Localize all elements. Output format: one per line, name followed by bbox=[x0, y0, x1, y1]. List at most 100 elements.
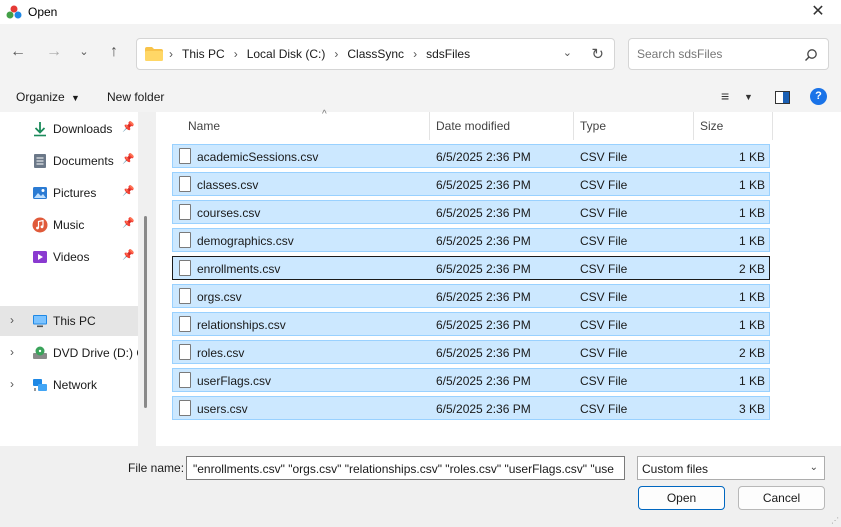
pin-icon: 📌 bbox=[122, 122, 135, 133]
column-header-label: Size bbox=[700, 119, 724, 133]
file-row-relationships[interactable]: relationships.csv 6/5/2025 2:36 PM CSV F… bbox=[172, 312, 770, 336]
breadcrumb-classsync[interactable]: ClassSync bbox=[347, 47, 404, 61]
column-header-size[interactable]: Size bbox=[694, 112, 772, 140]
file-row-courses[interactable]: courses.csv 6/5/2025 2:36 PM CSV File 1 … bbox=[172, 200, 770, 224]
file-list: ^ Name Date modified Type Size academicS… bbox=[156, 109, 841, 446]
nav-item-label: Documents bbox=[53, 154, 114, 168]
view-dropdown-icon[interactable]: ▼ bbox=[744, 92, 753, 102]
column-divider[interactable] bbox=[772, 112, 773, 140]
column-header-date[interactable]: Date modified bbox=[430, 112, 574, 140]
search-icon[interactable] bbox=[804, 48, 818, 62]
file-row-demographics[interactable]: demographics.csv 6/5/2025 2:36 PM CSV Fi… bbox=[172, 228, 770, 252]
file-date: 6/5/2025 2:36 PM bbox=[436, 206, 531, 220]
file-row-userflags[interactable]: userFlags.csv 6/5/2025 2:36 PM CSV File … bbox=[172, 368, 770, 392]
file-date: 6/5/2025 2:36 PM bbox=[436, 178, 531, 192]
file-size: 1 KB bbox=[738, 318, 765, 332]
csv-file-icon bbox=[179, 204, 191, 220]
csv-file-icon bbox=[179, 260, 191, 276]
address-dropdown-icon[interactable]: ⌄ bbox=[563, 46, 572, 59]
view-options-icon[interactable]: ≡ bbox=[721, 88, 729, 104]
file-size: 3 KB bbox=[738, 402, 765, 416]
nav-item-videos[interactable]: Videos 📌 bbox=[0, 242, 138, 272]
organize-menu[interactable]: Organize ▼ bbox=[16, 90, 80, 104]
file-name-value: "enrollments.csv" "orgs.csv" "relationsh… bbox=[193, 462, 614, 476]
nav-item-label: Network bbox=[53, 378, 98, 392]
file-type-select[interactable]: Custom files ⌄ bbox=[637, 456, 825, 480]
file-size: 1 KB bbox=[738, 150, 765, 164]
up-arrow-icon[interactable]: ↑ bbox=[104, 42, 124, 62]
csv-file-icon bbox=[179, 232, 191, 248]
search-box[interactable]: Search sdsFiles bbox=[628, 38, 829, 70]
breadcrumb-this-pc[interactable]: This PC bbox=[182, 47, 225, 61]
file-name: users.csv bbox=[197, 402, 248, 416]
breadcrumb-chevron-icon[interactable]: › bbox=[169, 47, 173, 61]
close-icon[interactable]: ✕ bbox=[795, 0, 841, 24]
breadcrumb-chevron-icon[interactable]: › bbox=[413, 47, 417, 61]
file-row-orgs[interactable]: orgs.csv 6/5/2025 2:36 PM CSV File 1 KB bbox=[172, 284, 770, 308]
file-row-users[interactable]: users.csv 6/5/2025 2:36 PM CSV File 3 KB bbox=[172, 396, 770, 420]
file-size: 2 KB bbox=[738, 346, 765, 360]
file-name: courses.csv bbox=[197, 206, 261, 220]
nav-item-dvd-drive[interactable]: › DVD Drive (D:) C bbox=[0, 338, 138, 368]
chevron-down-icon: ▼ bbox=[71, 93, 80, 103]
file-row-enrollments[interactable]: enrollments.csv 6/5/2025 2:36 PM CSV Fil… bbox=[172, 256, 770, 280]
column-header-label: Type bbox=[580, 119, 607, 133]
nav-item-label: Music bbox=[53, 218, 85, 232]
nav-item-pictures[interactable]: Pictures 📌 bbox=[0, 178, 138, 208]
pin-icon: 📌 bbox=[122, 154, 135, 165]
file-name: enrollments.csv bbox=[197, 262, 281, 276]
forward-arrow-icon[interactable]: → bbox=[44, 42, 64, 62]
nav-item-music[interactable]: Music 📌 bbox=[0, 210, 138, 240]
nav-item-downloads[interactable]: Downloads 📌 bbox=[0, 114, 138, 144]
file-type: CSV File bbox=[580, 262, 628, 276]
navigation-scrollbar[interactable] bbox=[144, 216, 147, 408]
file-date: 6/5/2025 2:36 PM bbox=[436, 290, 531, 304]
breadcrumb-chevron-icon[interactable]: › bbox=[234, 47, 238, 61]
file-type: CSV File bbox=[580, 150, 628, 164]
breadcrumb-sdsfiles[interactable]: sdsFiles bbox=[426, 47, 470, 61]
file-name-label: File name: bbox=[128, 461, 185, 475]
sort-ascending-icon: ^ bbox=[322, 109, 327, 120]
file-date: 6/5/2025 2:36 PM bbox=[436, 318, 531, 332]
file-name: orgs.csv bbox=[197, 290, 242, 304]
breadcrumb-local-disk[interactable]: Local Disk (C:) bbox=[247, 47, 326, 61]
file-type: CSV File bbox=[580, 402, 628, 416]
column-header-type[interactable]: Type bbox=[574, 112, 694, 140]
new-folder-button[interactable]: New folder bbox=[107, 90, 164, 104]
column-header-name[interactable]: ^ Name bbox=[176, 109, 430, 140]
nav-item-label: DVD Drive (D:) C bbox=[53, 346, 138, 360]
recent-locations-chevron-icon[interactable]: ⌄ bbox=[74, 42, 94, 62]
file-name-field[interactable]: "enrollments.csv" "orgs.csv" "relationsh… bbox=[186, 456, 625, 480]
resize-grip-icon[interactable]: ⋰ bbox=[831, 516, 839, 525]
help-icon[interactable]: ? bbox=[810, 88, 827, 105]
file-name: userFlags.csv bbox=[197, 374, 272, 388]
network-icon bbox=[33, 379, 47, 391]
nav-item-this-pc[interactable]: › This PC bbox=[0, 306, 138, 336]
chevron-right-icon[interactable]: › bbox=[10, 377, 14, 391]
address-bar[interactable]: › This PC › Local Disk (C:) › ClassSync … bbox=[136, 38, 615, 70]
open-button[interactable]: Open bbox=[638, 486, 725, 510]
chevron-right-icon[interactable]: › bbox=[10, 345, 14, 359]
nav-item-network[interactable]: › Network bbox=[0, 370, 138, 400]
file-size: 1 KB bbox=[738, 234, 765, 248]
nav-item-documents[interactable]: Documents 📌 bbox=[0, 146, 138, 176]
csv-file-icon bbox=[179, 288, 191, 304]
cancel-button[interactable]: Cancel bbox=[738, 486, 825, 510]
file-name: demographics.csv bbox=[197, 234, 294, 248]
file-row-academicsessions[interactable]: academicSessions.csv 6/5/2025 2:36 PM CS… bbox=[172, 144, 770, 168]
preview-pane-icon[interactable] bbox=[775, 91, 790, 104]
file-name: academicSessions.csv bbox=[197, 150, 319, 164]
file-row-classes[interactable]: classes.csv 6/5/2025 2:36 PM CSV File 1 … bbox=[172, 172, 770, 196]
breadcrumb-chevron-icon[interactable]: › bbox=[334, 47, 338, 61]
file-type: CSV File bbox=[580, 374, 628, 388]
search-input[interactable]: Search sdsFiles bbox=[637, 47, 722, 61]
back-arrow-icon[interactable]: ← bbox=[8, 42, 28, 62]
nav-item-label: Pictures bbox=[53, 186, 97, 200]
refresh-icon[interactable]: ↻ bbox=[591, 45, 604, 63]
chevron-right-icon[interactable]: › bbox=[10, 313, 14, 327]
file-row-roles[interactable]: roles.csv 6/5/2025 2:36 PM CSV File 2 KB bbox=[172, 340, 770, 364]
file-type: CSV File bbox=[580, 178, 628, 192]
file-date: 6/5/2025 2:36 PM bbox=[436, 234, 531, 248]
organize-label: Organize bbox=[16, 90, 65, 104]
address-row: ← → ⌄ ↑ › This PC › Local Disk (C:) › Cl… bbox=[0, 24, 841, 82]
